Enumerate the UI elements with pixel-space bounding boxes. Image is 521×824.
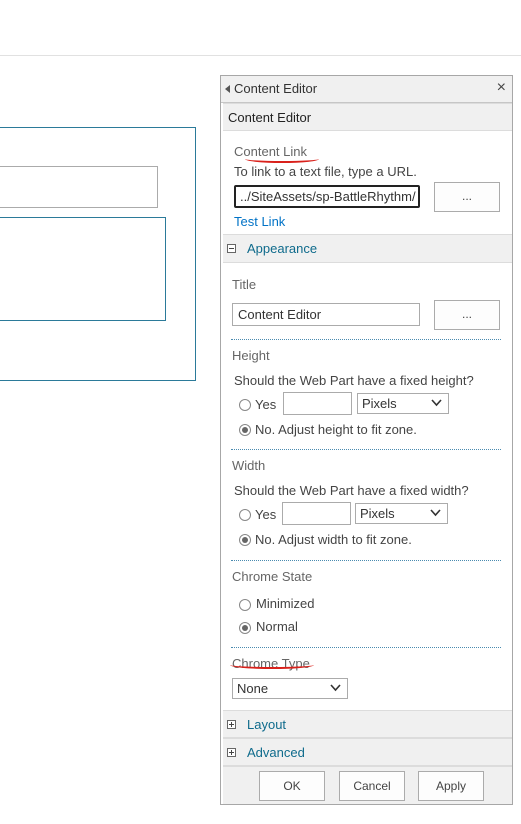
content-editor-area[interactable] [0,217,166,321]
width-no-radio[interactable] [239,534,251,546]
tool-pane-header: Content Editor × [221,76,512,103]
dotted-separator [231,560,501,561]
height-question: Should the Web Part have a fixed height? [234,373,474,388]
tool-pane-title: Content Editor [234,81,318,96]
appearance-group-header: Appearance [223,234,512,263]
apply-button[interactable]: Apply [418,771,484,801]
collapse-left-icon[interactable] [225,85,230,93]
title-input[interactable]: Content Editor [232,303,420,326]
height-no-label: No. Adjust height to fit zone. [255,422,417,437]
section-title: Content Editor [228,110,312,125]
tool-pane-footer: OK Cancel Apply [223,766,512,804]
appearance-group-label[interactable]: Appearance [247,241,317,256]
dotted-separator [231,647,501,648]
height-yes-label: Yes [255,397,277,412]
chrome-state-normal-label: Normal [256,619,298,634]
collapse-icon[interactable] [227,244,236,253]
dotted-separator [231,449,501,450]
content-link-input[interactable]: ../SiteAssets/sp-BattleRhythm/ [234,185,420,208]
advanced-group-header: Advanced [223,738,512,766]
chrome-type-select[interactable]: None [232,678,348,699]
close-icon[interactable]: × [497,79,506,97]
section-header: Content Editor [223,103,512,131]
chevron-down-icon [330,684,341,692]
width-question: Should the Web Part have a fixed width? [234,483,469,498]
height-label: Height [232,348,270,363]
title-browse-button[interactable]: ... [434,300,500,330]
test-link[interactable]: Test Link [234,214,285,229]
layout-group-label[interactable]: Layout [247,717,286,732]
width-label: Width [232,458,266,473]
ok-button[interactable]: OK [259,771,325,801]
height-unit-value: Pixels [362,396,397,411]
height-unit-select[interactable]: Pixels [357,393,449,414]
chrome-state-minimized-radio[interactable] [239,599,251,611]
width-value-input[interactable] [282,502,351,525]
width-yes-label: Yes [255,507,277,522]
height-no-radio[interactable] [239,424,251,436]
title-label: Title [232,277,257,292]
content-link-browse-button[interactable]: ... [434,182,500,212]
chrome-state-normal-radio[interactable] [239,622,251,634]
width-no-label: No. Adjust width to fit zone. [255,532,412,547]
tool-pane: Content Editor × Content Editor Content … [220,75,513,805]
dotted-separator [231,339,501,340]
page-text-field[interactable] [0,166,158,208]
cancel-button[interactable]: Cancel [339,771,405,801]
chevron-down-icon [431,399,442,407]
chrome-state-minimized-label: Minimized [256,596,315,611]
width-unit-select[interactable]: Pixels [355,503,448,524]
expand-icon[interactable] [227,720,236,729]
expand-icon[interactable] [227,748,236,757]
chrome-state-label: Chrome State [232,569,313,584]
layout-group-header: Layout [223,710,512,738]
chevron-down-icon [430,509,441,517]
height-value-input[interactable] [283,392,352,415]
annotation-underline [230,661,314,669]
content-link-description: To link to a text file, type a URL. [234,164,417,179]
width-yes-radio[interactable] [239,509,251,521]
advanced-group-label[interactable]: Advanced [247,745,305,760]
annotation-underline [245,155,319,163]
height-yes-radio[interactable] [239,399,251,411]
chrome-type-value: None [237,681,269,696]
page-divider [0,55,521,56]
width-unit-value: Pixels [360,506,395,521]
